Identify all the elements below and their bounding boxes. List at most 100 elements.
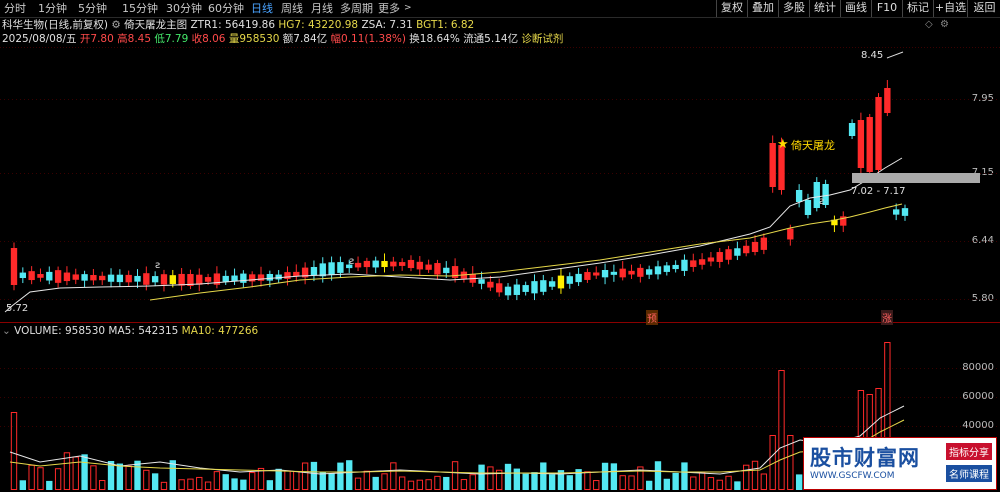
candle — [698, 259, 706, 265]
candle — [522, 285, 529, 292]
candle — [19, 272, 26, 279]
volume-bar — [196, 476, 203, 491]
candle — [28, 271, 35, 281]
volume-bar — [690, 476, 697, 490]
volume-bar — [99, 480, 106, 490]
volume-bar — [275, 468, 282, 490]
candle — [760, 237, 768, 250]
candle — [275, 274, 282, 280]
volume-bar — [328, 473, 335, 490]
volume-bar — [760, 473, 768, 491]
volume-bar — [19, 480, 26, 490]
volume-tick: 80000 — [962, 362, 994, 373]
volume-bar — [231, 478, 238, 490]
volume-bar — [548, 474, 556, 490]
marker-rise: 涨 — [881, 310, 893, 325]
volume-bar — [751, 460, 759, 490]
volume-bar — [46, 480, 53, 490]
candle — [107, 274, 115, 282]
collapse-icon[interactable]: ⌄ — [2, 325, 14, 337]
volume-bar — [443, 476, 450, 490]
signal-icon: ƨ — [155, 260, 160, 271]
volume-bar — [743, 464, 750, 490]
star-icon: ★ — [777, 137, 789, 152]
candle — [204, 277, 212, 282]
volume-bar — [249, 472, 256, 490]
volume-bar — [266, 480, 274, 490]
volume-bar — [28, 464, 35, 491]
support-zone — [852, 173, 980, 183]
candle — [72, 274, 79, 280]
candle — [178, 273, 185, 286]
candle — [901, 208, 909, 216]
volume-bar — [628, 475, 635, 490]
volume-header: ⌄ VOLUME: 958530 MA5: 542315 MA10: 47726… — [2, 325, 258, 338]
volume-bar — [213, 471, 221, 490]
candle — [284, 272, 291, 279]
candle — [804, 200, 812, 215]
volume-bar — [372, 476, 379, 490]
candle — [681, 259, 688, 271]
volume-value: VOLUME: 958530 — [14, 325, 106, 337]
volume-bar — [151, 473, 159, 490]
volume-bar — [301, 462, 309, 490]
volume-bar — [293, 471, 300, 490]
volume-bar — [681, 462, 688, 490]
candle — [548, 281, 556, 287]
candle — [734, 248, 741, 256]
candle — [37, 274, 44, 278]
candle — [240, 273, 247, 283]
volume-bar — [37, 467, 44, 490]
candle — [628, 270, 635, 275]
volume-bar — [716, 479, 723, 490]
volume-bar — [346, 460, 353, 490]
candle — [143, 273, 150, 285]
volume-bar — [725, 475, 732, 491]
candle — [363, 260, 371, 268]
volume-bar — [540, 462, 547, 490]
candle — [619, 268, 626, 278]
candle — [540, 280, 547, 292]
candle — [672, 264, 679, 270]
volume-bar — [601, 462, 609, 490]
candle — [337, 262, 344, 273]
volume-bar — [513, 468, 521, 490]
watermark-tag: 指标分享 — [946, 443, 992, 460]
watermark-url: WWW.GSCFW.COM — [810, 471, 895, 481]
candle — [725, 249, 732, 260]
candle — [584, 272, 591, 280]
volume-bar — [566, 475, 573, 490]
kline-chart[interactable]: ★ ƨ ƨ ƨ — [0, 0, 1000, 492]
candle — [328, 262, 335, 276]
volume-bar — [187, 478, 194, 490]
volume-bar — [707, 477, 715, 490]
candle — [310, 267, 318, 275]
marker-pre: 预 — [646, 310, 658, 325]
candle — [601, 270, 609, 278]
volume-bar — [390, 462, 397, 490]
volume-bar — [584, 471, 591, 490]
candle — [266, 274, 274, 281]
volume-bar — [778, 370, 785, 490]
candle — [645, 269, 653, 275]
volume-bar — [222, 474, 229, 490]
volume-bar — [354, 477, 362, 490]
candle — [90, 275, 97, 281]
watermark-tag: 名师课程 — [946, 465, 992, 482]
volume-bar — [416, 479, 423, 490]
volume-bar — [10, 412, 18, 490]
candle — [513, 284, 521, 295]
high-arrow — [886, 51, 904, 59]
candle — [169, 275, 176, 285]
volume-bar — [381, 473, 388, 490]
volume-bar — [134, 460, 141, 490]
volume-bar — [698, 471, 706, 491]
candle — [787, 228, 794, 240]
volume-bar — [451, 461, 459, 490]
candle — [487, 281, 494, 288]
candle — [160, 274, 168, 285]
volume-bar — [734, 481, 741, 490]
candle — [557, 275, 565, 289]
volume-bar — [143, 469, 150, 491]
volume-bar — [610, 463, 618, 490]
